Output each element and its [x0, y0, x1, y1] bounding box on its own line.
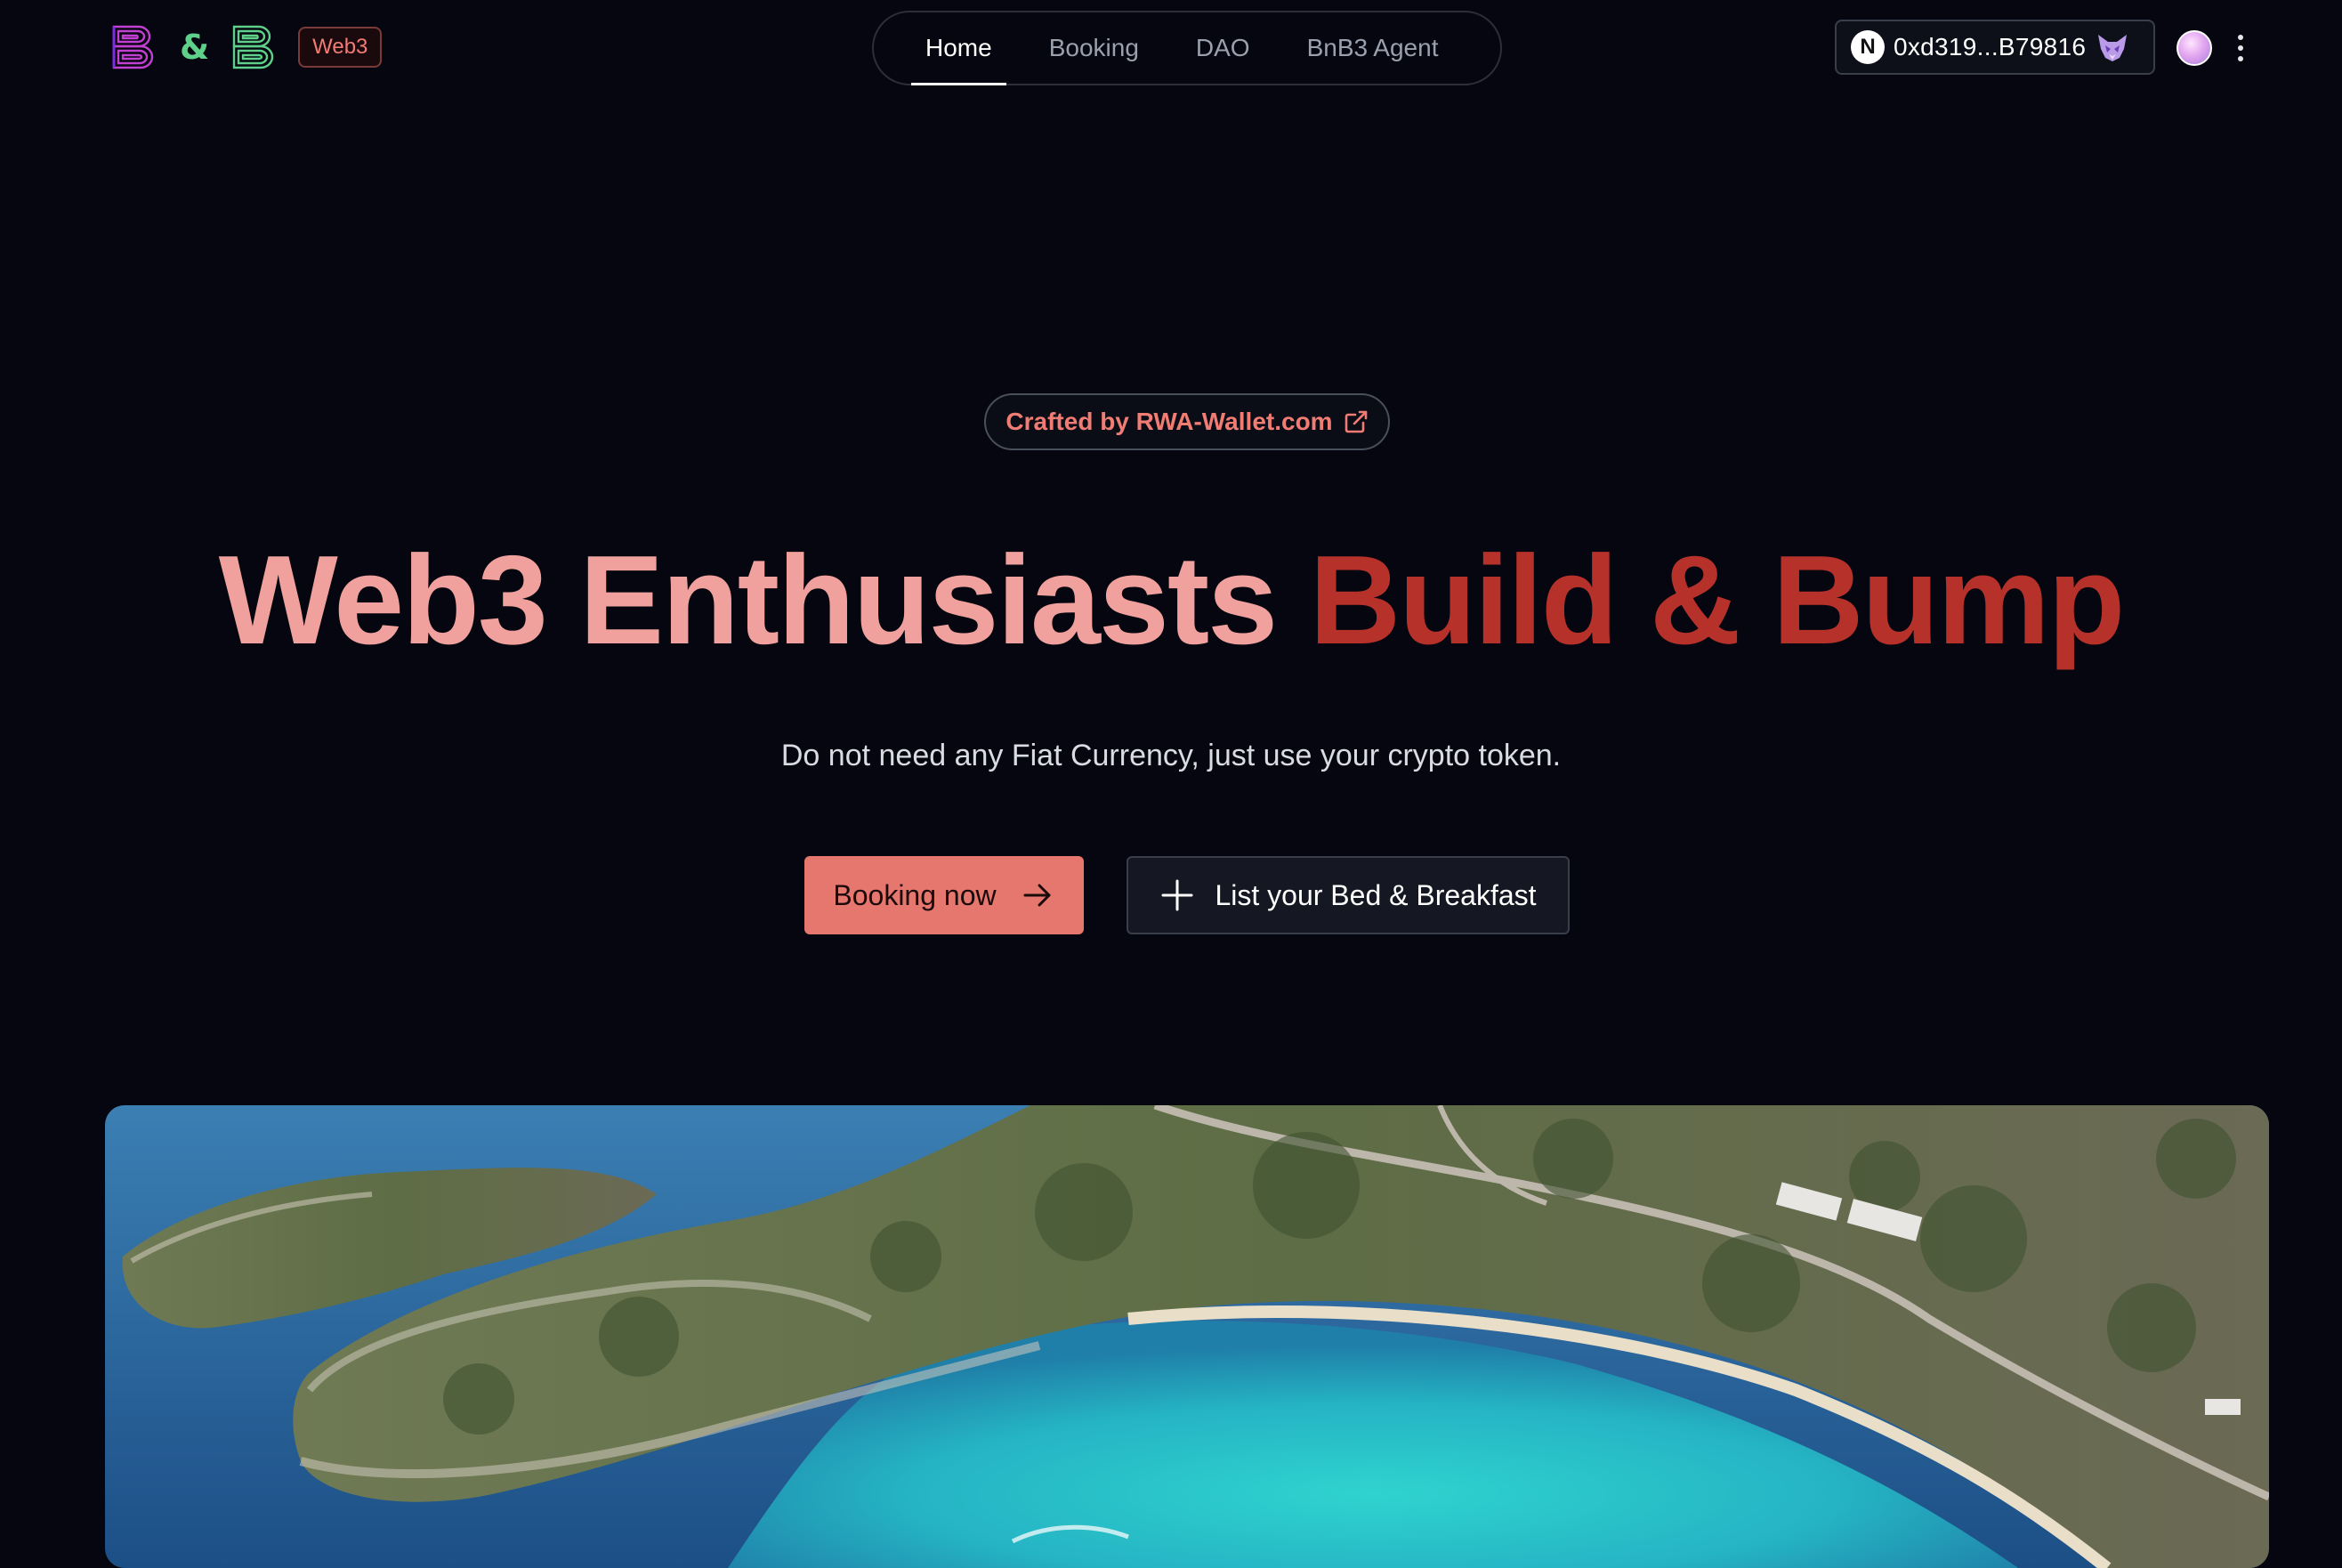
main-nav: Home Booking DAO BnB3 Agent	[872, 11, 1502, 85]
nav-item-home[interactable]: Home	[909, 12, 1008, 85]
nav-item-booking[interactable]: Booking	[1021, 12, 1167, 85]
arrow-right-icon	[1023, 884, 1051, 907]
list-bnb-label: List your Bed & Breakfast	[1215, 878, 1537, 911]
fox-icon	[2098, 35, 2128, 61]
headline-part2: Build & Bump	[1309, 529, 2126, 671]
site-logo[interactable]: & Web3	[110, 21, 383, 73]
booking-now-label: Booking now	[833, 878, 997, 911]
aerial-coastline-photo	[105, 1105, 2269, 1568]
list-bnb-button[interactable]: List your Bed & Breakfast	[1127, 856, 1570, 934]
hero-headline: Web3 Enthusiasts Build & Bump	[0, 525, 2342, 676]
top-header: & Web3 Home Booking DAO BnB3 Agent N 0xd…	[0, 0, 2342, 96]
crafted-by-link[interactable]: Crafted by RWA-Wallet.com	[984, 393, 1390, 450]
nav-item-bnb3-agent[interactable]: BnB3 Agent	[1279, 12, 1467, 85]
web3-badge: Web3	[298, 27, 383, 68]
wallet-address: 0xd319...B79816	[1894, 33, 2087, 61]
network-icon: N	[1851, 30, 1885, 64]
crafted-by-label: Crafted by RWA-Wallet.com	[1005, 408, 1333, 435]
hero-subtitle: Do not need any Fiat Currency, just use …	[780, 739, 1562, 772]
booking-now-button[interactable]: Booking now	[804, 856, 1084, 934]
logo-ampersand: &	[180, 28, 210, 67]
avatar[interactable]	[2176, 30, 2212, 66]
kebab-menu-icon[interactable]	[2230, 27, 2251, 69]
logo-b-pink-icon	[112, 25, 154, 69]
external-link-icon	[1345, 410, 1367, 433]
plus-icon	[1161, 879, 1193, 911]
logo-b-green-icon	[232, 25, 274, 69]
nav-item-dao[interactable]: DAO	[1167, 12, 1279, 85]
wallet-button[interactable]: N 0xd319...B79816	[1835, 20, 2155, 75]
headline-part1: Web3 Enthusiasts	[218, 529, 1278, 671]
